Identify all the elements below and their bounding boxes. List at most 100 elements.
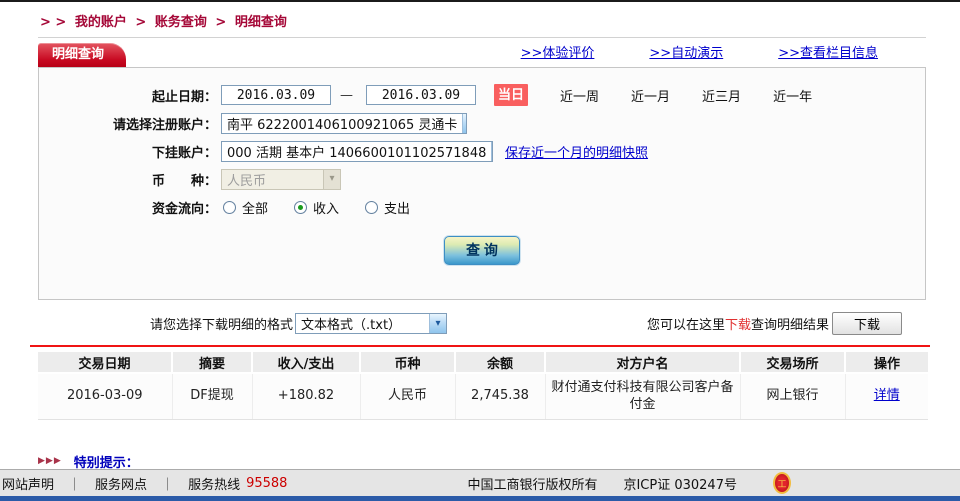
breadcrumb: > > 我的账户 > 账务查询 > 明细查询 bbox=[0, 2, 960, 30]
cell-amount: +180.82 bbox=[252, 373, 360, 419]
breadcrumb-separator: > bbox=[215, 15, 226, 30]
date-range-row: 起止日期： — 当日 近一周 近一月 近三月 近一年 bbox=[39, 84, 925, 106]
query-button-row: 查 询 bbox=[39, 236, 925, 265]
radio-label-all: 全部 bbox=[242, 198, 268, 217]
currency-select-disabled: 人民币 ▾ bbox=[221, 169, 341, 190]
red-divider bbox=[30, 345, 930, 347]
col-header-counterparty: 对方户名 bbox=[545, 352, 740, 373]
download-format-select[interactable]: 文本格式（.txt） ▾ bbox=[295, 313, 447, 334]
hotline-label: 服务热线 bbox=[188, 474, 240, 493]
date-to-input[interactable] bbox=[366, 85, 476, 105]
cell-summary: DF提现 bbox=[172, 373, 252, 419]
table-row: 2016-03-09 DF提现 +180.82 人民币 2,745.38 财付通… bbox=[38, 373, 928, 419]
cell-channel: 网上银行 bbox=[740, 373, 845, 419]
breadcrumb-item-detail-query: 明细查询 bbox=[235, 15, 287, 30]
footer-separator: ｜ bbox=[161, 474, 174, 493]
tab-bar: 明细查询 >>体验评价 >>自动演示 >>查看栏目信息 bbox=[38, 42, 926, 67]
breadcrumb-item-account-query[interactable]: 账务查询 bbox=[155, 15, 207, 30]
date-range-label: 起止日期： bbox=[39, 86, 217, 105]
footer-link-service-outlets[interactable]: 服务网点 bbox=[95, 474, 147, 493]
register-account-select[interactable]: 南平 6222001406100921065 灵通卡 ▾ bbox=[221, 113, 467, 134]
cell-counterparty: 财付通支付科技有限公司客户备付金 bbox=[545, 373, 740, 419]
radio-option-income[interactable]: 收入 bbox=[294, 198, 339, 217]
col-header-summary: 摘要 bbox=[172, 352, 252, 373]
today-button[interactable]: 当日 bbox=[494, 84, 528, 106]
download-button[interactable]: 下载 bbox=[832, 312, 902, 335]
icbc-emblem-icon: 工 bbox=[773, 472, 791, 494]
radio-option-all[interactable]: 全部 bbox=[223, 198, 268, 217]
radio-label-income: 收入 bbox=[313, 198, 339, 217]
download-row: 请您选择下载明细的格式 文本格式（.txt） ▾ 您可以在这里 下载 查询明细结… bbox=[150, 312, 902, 335]
sub-account-row: 下挂账户： 000 活期 基本户 1406600101102571848 ▾ 保… bbox=[39, 140, 925, 162]
col-header-balance: 余额 bbox=[455, 352, 545, 373]
table-header-row: 交易日期 摘要 收入/支出 币种 余额 对方户名 交易场所 操作 bbox=[38, 352, 928, 373]
fund-flow-row: 资金流向： 全部 收入 支出 bbox=[39, 196, 925, 218]
radio-icon bbox=[223, 201, 236, 214]
breadcrumb-item-my-account[interactable]: 我的账户 bbox=[75, 15, 127, 30]
radio-option-expense[interactable]: 支出 bbox=[365, 198, 410, 217]
col-header-amount: 收入/支出 bbox=[252, 352, 360, 373]
fund-flow-label: 资金流向： bbox=[39, 198, 217, 217]
download-format-label: 请您选择下载明细的格式 bbox=[150, 314, 293, 333]
register-account-label: 请选择注册账户： bbox=[39, 114, 217, 133]
detail-link[interactable]: 详情 bbox=[874, 388, 900, 403]
link-view-column-info[interactable]: >>查看栏目信息 bbox=[778, 42, 878, 61]
chevron-down-icon: ▾ bbox=[462, 114, 467, 133]
date-from-input[interactable] bbox=[221, 85, 331, 105]
icp-license-text: 京ICP证 030247号 bbox=[623, 474, 737, 493]
chevron-down-icon: ▾ bbox=[429, 314, 446, 333]
tab-label: 明细查询 bbox=[52, 47, 104, 62]
currency-label: 币 种： bbox=[39, 170, 217, 189]
cell-balance: 2,745.38 bbox=[455, 373, 545, 419]
save-snapshot-link[interactable]: 保存近一个月的明细快照 bbox=[505, 142, 648, 161]
currency-row: 币 种： 人民币 ▾ bbox=[39, 168, 925, 190]
breadcrumb-prefix: > > bbox=[40, 15, 66, 30]
bottom-blue-bar bbox=[0, 496, 960, 501]
sub-account-value: 000 活期 基本户 1406600101102571848 bbox=[222, 142, 491, 161]
register-account-row: 请选择注册账户： 南平 6222001406100921065 灵通卡 ▾ bbox=[39, 112, 925, 134]
link-auto-demo[interactable]: >>自动演示 bbox=[649, 42, 723, 61]
download-hint-prefix: 您可以在这里 bbox=[647, 314, 725, 333]
tab-detail-query[interactable]: 明细查询 bbox=[38, 43, 126, 67]
radio-icon bbox=[365, 201, 378, 214]
download-hint-group: 您可以在这里 下载 查询明细结果 下载 bbox=[647, 312, 902, 335]
download-hint-highlight: 下载 bbox=[725, 314, 751, 333]
quick-range-quarter[interactable]: 近三月 bbox=[702, 86, 741, 105]
notice-header: ▶▶▶ 特别提示： bbox=[38, 452, 960, 471]
footer-link-site-statement[interactable]: 网站声明 bbox=[2, 474, 54, 493]
col-header-channel: 交易场所 bbox=[740, 352, 845, 373]
footer: 网站声明 ｜ 服务网点 ｜ 服务热线 95588 中国工商银行版权所有 京ICP… bbox=[0, 469, 960, 496]
quick-range-week[interactable]: 近一周 bbox=[560, 86, 599, 105]
link-experience-review[interactable]: >>体验评价 bbox=[521, 42, 595, 61]
register-account-value: 南平 6222001406100921065 灵通卡 bbox=[222, 114, 462, 133]
currency-value: 人民币 bbox=[222, 170, 323, 189]
chevron-down-icon: ▾ bbox=[491, 142, 493, 161]
col-header-currency: 币种 bbox=[360, 352, 455, 373]
quick-range-year[interactable]: 近一年 bbox=[773, 86, 812, 105]
col-header-date: 交易日期 bbox=[38, 352, 172, 373]
radio-label-expense: 支出 bbox=[384, 198, 410, 217]
col-header-action: 操作 bbox=[845, 352, 928, 373]
transaction-table: 交易日期 摘要 收入/支出 币种 余额 对方户名 交易场所 操作 2016-03… bbox=[38, 352, 928, 420]
notice-title: 特别提示： bbox=[74, 452, 139, 471]
date-dash: — bbox=[340, 88, 353, 103]
copyright-text: 中国工商银行版权所有 bbox=[467, 474, 597, 493]
breadcrumb-divider bbox=[38, 37, 926, 38]
chevron-down-icon: ▾ bbox=[323, 170, 340, 189]
breadcrumb-separator: > bbox=[135, 15, 146, 30]
cell-action: 详情 bbox=[845, 373, 928, 419]
radio-selected-icon bbox=[294, 201, 307, 214]
triple-arrow-icon: ▶▶▶ bbox=[38, 456, 62, 466]
sub-account-label: 下挂账户： bbox=[39, 142, 217, 161]
download-format-value: 文本格式（.txt） bbox=[296, 314, 429, 333]
query-button[interactable]: 查 询 bbox=[444, 236, 520, 265]
quick-range-month[interactable]: 近一月 bbox=[631, 86, 670, 105]
query-form-panel: 起止日期： — 当日 近一周 近一月 近三月 近一年 请选择注册账户： 南平 6… bbox=[38, 67, 926, 300]
fund-flow-radio-group: 全部 收入 支出 bbox=[223, 198, 436, 217]
download-hint-suffix: 查询明细结果 bbox=[751, 314, 829, 333]
header-links: >>体验评价 >>自动演示 >>查看栏目信息 bbox=[521, 42, 926, 67]
footer-separator: ｜ bbox=[68, 474, 81, 493]
cell-currency: 人民币 bbox=[360, 373, 455, 419]
sub-account-select[interactable]: 000 活期 基本户 1406600101102571848 ▾ bbox=[221, 141, 493, 162]
hotline-number: 95588 bbox=[246, 476, 287, 491]
